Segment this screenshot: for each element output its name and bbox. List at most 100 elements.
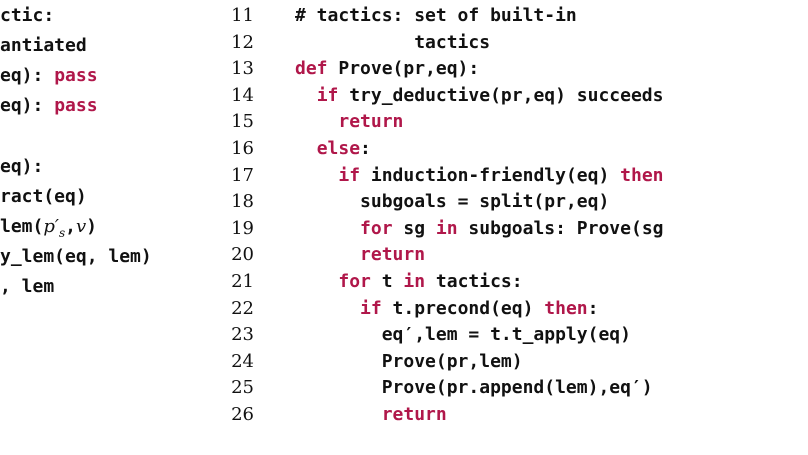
keyword: if	[360, 297, 382, 319]
code-line: if t.precond(eq) then:	[295, 297, 598, 321]
math-variable: v	[75, 215, 87, 237]
code-line: return	[295, 403, 447, 427]
code-text: tactics:	[425, 271, 523, 292]
line-number: 12	[231, 31, 254, 53]
keyword: return	[360, 244, 426, 266]
code-line: for t in tactics:	[295, 270, 523, 294]
code-line: Prove(pr,lem)	[295, 350, 523, 374]
code-line: # tactics: set of built-in	[295, 4, 577, 28]
code-text: t	[370, 271, 404, 292]
keyword: if	[316, 84, 339, 106]
code-text: , lem	[0, 275, 55, 297]
code-line: subgoals = split(pr,eq)	[295, 190, 609, 214]
left-code-line: eq): pass	[0, 64, 98, 88]
code-text: ctic:	[0, 5, 55, 26]
code-text: lem(	[0, 215, 44, 237]
code-text: ract(eq)	[0, 185, 87, 207]
code-text: antiated	[0, 35, 87, 57]
code-text: eq′,lem = t.t_apply(eq)	[381, 324, 631, 346]
line-number: 14	[231, 84, 254, 106]
keyword: then	[620, 164, 664, 186]
code-text: :	[360, 138, 371, 159]
code-line: if try_deductive(pr,eq) succeeds	[295, 84, 664, 108]
keyword: then	[544, 297, 588, 319]
code-text: eq):	[0, 65, 55, 87]
keyword: def	[295, 58, 328, 80]
keyword: for	[338, 271, 371, 292]
keyword: else	[316, 138, 361, 159]
code-text: tactics	[295, 31, 491, 53]
code-text: sg	[392, 217, 436, 239]
keyword: in	[435, 217, 458, 239]
line-number: 22	[231, 297, 254, 319]
code-line: Prove(pr.append(lem),eq′)	[295, 376, 653, 400]
line-number: 11	[231, 5, 254, 26]
line-number: 16	[231, 138, 254, 159]
line-number: 20	[231, 244, 254, 266]
code-text: ,	[65, 215, 76, 237]
code-text: subgoals: Prove(sg	[457, 217, 664, 239]
code-text: t.precond(eq)	[381, 297, 545, 319]
keyword: pass	[54, 65, 98, 87]
left-code-line: , lem	[0, 275, 54, 299]
code-line: if induction-friendly(eq) then	[295, 164, 664, 188]
code-text: # tactics: set of built-in	[295, 5, 577, 26]
keyword: for	[360, 217, 393, 239]
keyword: return	[338, 111, 404, 133]
keyword: return	[381, 404, 447, 425]
code-text: Prove(pr,eq):	[327, 58, 480, 80]
line-number: 21	[231, 271, 254, 292]
code-text: Prove(pr.append(lem),eq′)	[381, 377, 653, 399]
line-number: 17	[231, 164, 254, 186]
left-code-line: eq): pass	[0, 94, 98, 118]
code-text: subgoals = split(pr,eq)	[360, 191, 610, 213]
code-text: induction-friendly(eq)	[360, 164, 621, 186]
code-listing-figure: ctic: antiated eq): pass eq): pass eq): ract(…	[0, 0, 808, 455]
line-number: 13	[231, 58, 254, 80]
line-number: 15	[231, 111, 254, 133]
line-number: 23	[231, 324, 254, 346]
code-line: tactics	[295, 31, 490, 55]
line-number: 24	[231, 350, 254, 372]
line-number: 19	[231, 217, 254, 239]
left-code-line: antiated	[0, 34, 87, 58]
keyword: if	[338, 164, 361, 186]
line-number: 25	[231, 377, 254, 399]
code-line: return	[295, 243, 425, 267]
line-number: 26	[231, 404, 254, 425]
code-text: :	[587, 297, 599, 319]
code-text: )	[86, 215, 97, 237]
code-text: Prove(pr,lem)	[381, 350, 523, 372]
code-line: return	[295, 110, 403, 134]
code-line: eq′,lem = t.t_apply(eq)	[295, 323, 631, 347]
code-line: def Prove(pr,eq):	[295, 57, 479, 81]
left-code-line: ract(eq)	[0, 185, 87, 209]
line-number: 18	[231, 191, 254, 213]
left-code-line: y_lem(eq, lem)	[0, 245, 152, 269]
code-text: eq):	[0, 95, 55, 117]
math-variable: p′	[43, 215, 59, 237]
code-text: y_lem(eq, lem)	[0, 245, 152, 267]
left-code-line: ctic:	[0, 4, 54, 28]
code-line: else:	[295, 137, 371, 161]
left-code-line: eq):	[0, 155, 43, 179]
code-text: eq):	[0, 155, 44, 177]
keyword: pass	[54, 95, 98, 117]
code-line: for sg in subgoals: Prove(sg	[295, 217, 664, 241]
code-text: try_deductive(pr,eq) succeeds	[338, 84, 664, 106]
keyword: in	[403, 271, 426, 292]
left-code-line: lem(p′s,v)	[0, 215, 97, 240]
